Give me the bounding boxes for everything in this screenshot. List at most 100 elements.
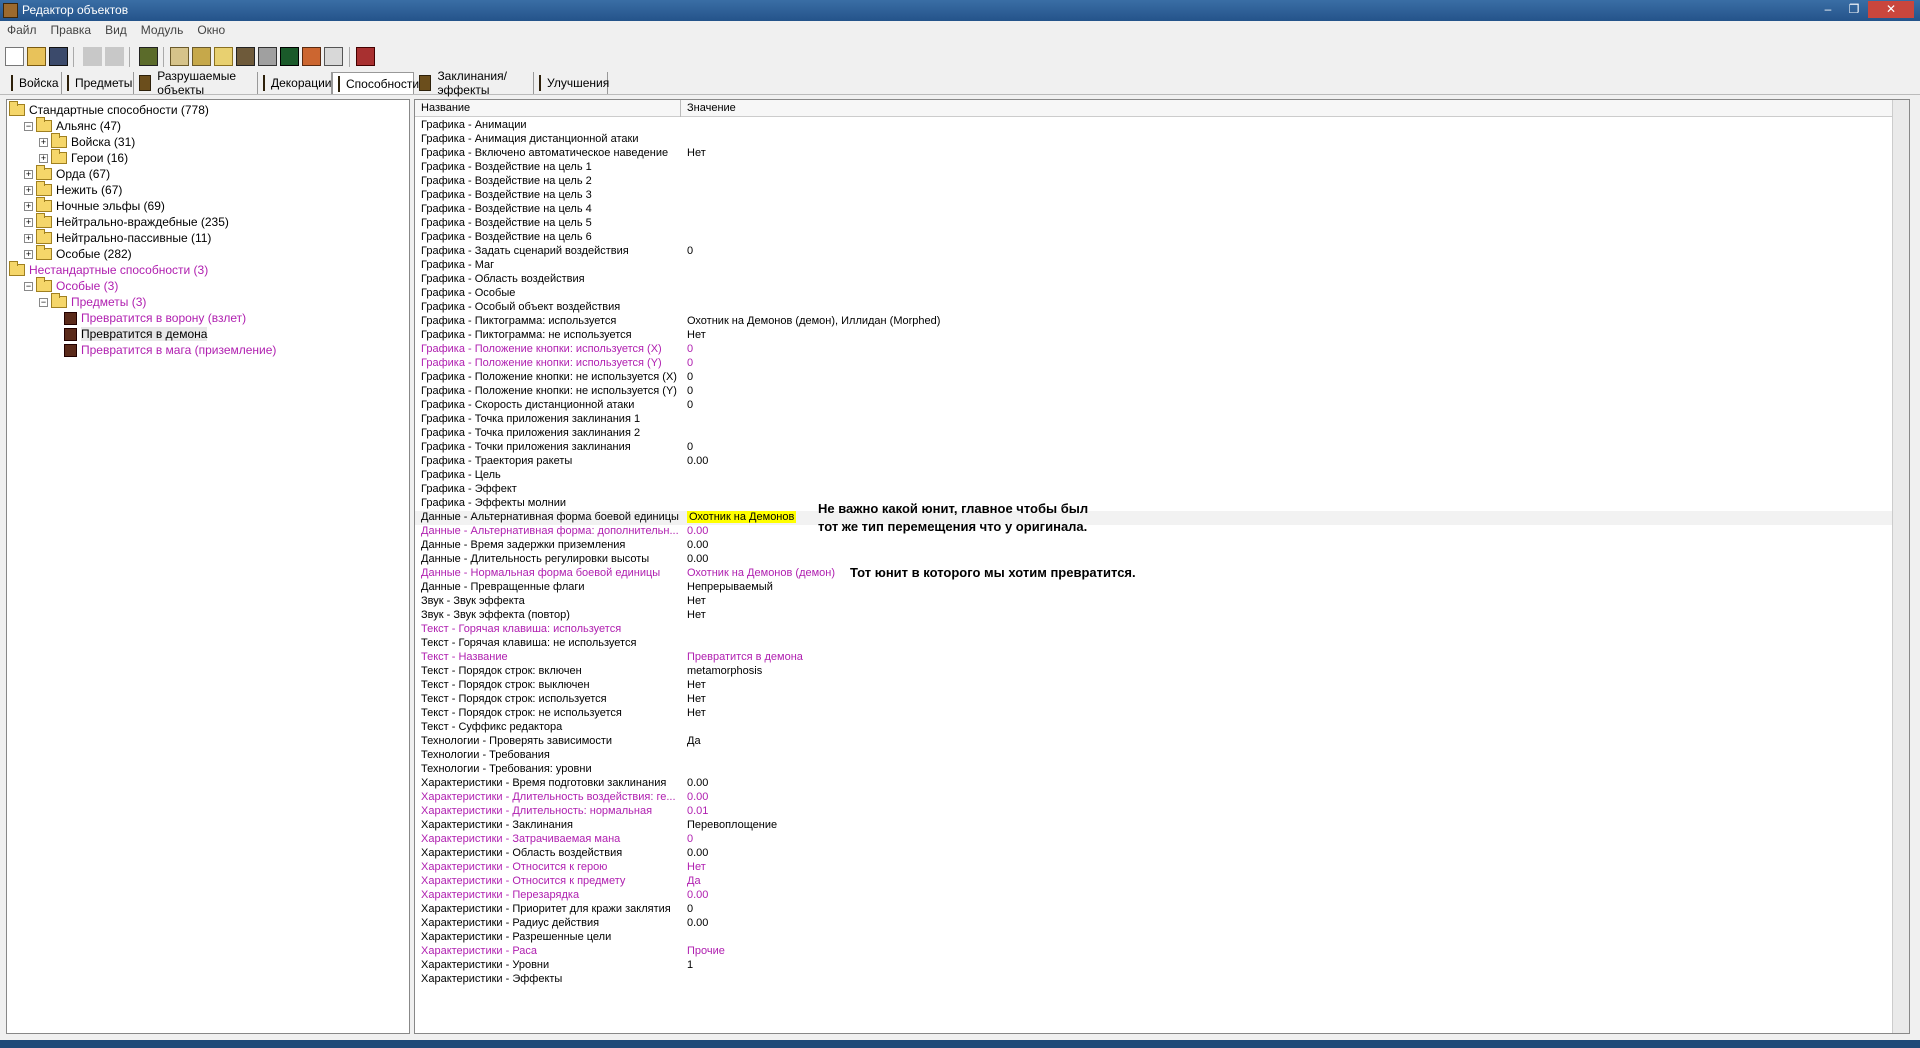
tree-folder-item[interactable]: + Ночные эльфы (69) — [24, 197, 165, 214]
table-row[interactable]: Данные - Нормальная форма боевой единицы… — [415, 567, 1909, 581]
table-row[interactable]: Характеристики - Длительность: нормальна… — [415, 805, 1909, 819]
tab-5[interactable]: Заклинания/эффекты — [414, 69, 534, 97]
import-manager-icon[interactable] — [302, 47, 321, 66]
collapse-icon[interactable]: − — [24, 121, 33, 131]
minimize-button[interactable]: – — [1816, 1, 1840, 18]
table-row[interactable]: Графика - Воздействие на цель 6 — [415, 231, 1909, 245]
table-row[interactable]: Графика - Траектория ракеты 0.00 — [415, 455, 1909, 469]
tree-folder-item[interactable]: + Нейтрально-враждебные (235) — [24, 213, 229, 230]
table-row[interactable]: Графика - Маг — [415, 259, 1909, 273]
object-editor-icon[interactable] — [236, 47, 255, 66]
table-row[interactable]: Графика - Область воздействия — [415, 273, 1909, 287]
table-row[interactable]: Характеристики - Время подготовки заклин… — [415, 777, 1909, 791]
column-value-header[interactable]: Значение — [687, 102, 736, 114]
speaker-icon[interactable] — [214, 47, 233, 66]
table-row[interactable]: Графика - Задать сценарий воздействия 0 — [415, 245, 1909, 259]
table-row[interactable]: Характеристики - Уровни 1 — [415, 959, 1909, 973]
table-row[interactable]: Характеристики - Радиус действия 0.00 — [415, 917, 1909, 931]
close-button[interactable]: ✕ — [1868, 1, 1914, 18]
table-row[interactable]: Графика - Воздействие на цель 2 — [415, 175, 1909, 189]
table-row[interactable]: Характеристики - Относится к предмету Да — [415, 875, 1909, 889]
table-row[interactable]: Графика - Эффект — [415, 483, 1909, 497]
properties-panel[interactable]: Название Значение Графика - Анимации Граф… — [414, 99, 1910, 1034]
table-row[interactable]: Звук - Звук эффекта (повтор) Нет — [415, 609, 1909, 623]
tree-folder-item[interactable]: + Нежить (67) — [24, 181, 122, 198]
tree-folder-item[interactable]: + Герои (16) — [39, 149, 128, 166]
tab-2[interactable]: Разрушаемые объекты — [134, 69, 258, 97]
script-editor-icon[interactable] — [324, 47, 343, 66]
campaign-editor-icon[interactable] — [258, 47, 277, 66]
table-row[interactable]: Графика - Положение кнопки: не используе… — [415, 385, 1909, 399]
tree-folder-item[interactable]: + Особые (282) — [24, 245, 132, 262]
tab-6[interactable]: Улучшения — [534, 72, 609, 94]
collapse-icon[interactable]: − — [24, 281, 33, 291]
new-icon[interactable] — [5, 47, 24, 66]
table-row[interactable]: Текст - Порядок строк: используется Нет — [415, 693, 1909, 707]
terrain-editor-icon[interactable] — [139, 47, 158, 66]
table-row[interactable]: Графика - Пиктограмма: используется Охотн… — [415, 315, 1909, 329]
restore-button[interactable]: ❐ — [1842, 1, 1866, 18]
tree-ability-item[interactable]: Превратится в мага (приземление) — [54, 342, 276, 358]
table-row[interactable]: Графика - Положение кнопки: используется… — [415, 357, 1909, 371]
tree-folder-item[interactable]: + Орда (67) — [24, 165, 110, 182]
menu-item[interactable]: Вид — [98, 21, 134, 39]
expand-icon[interactable]: + — [24, 201, 33, 211]
expand-icon[interactable]: + — [39, 137, 48, 147]
table-row[interactable]: Графика - Воздействие на цель 1 — [415, 161, 1909, 175]
table-row[interactable]: Данные - Длительность регулировки высоты… — [415, 553, 1909, 567]
vertical-scrollbar[interactable] — [1892, 100, 1909, 1033]
table-row[interactable]: Графика - Точка приложения заклинания 1 — [415, 413, 1909, 427]
table-row[interactable]: Графика - Анимация дистанционной атаки — [415, 133, 1909, 147]
table-row[interactable]: Характеристики - Затрачиваемая мана 0 — [415, 833, 1909, 847]
ai-editor-icon[interactable] — [280, 47, 299, 66]
tree-folder-item[interactable]: + Нейтрально-пассивные (11) — [24, 229, 211, 246]
collapse-icon[interactable]: − — [39, 297, 48, 307]
table-row[interactable]: Характеристики - Раса Прочие — [415, 945, 1909, 959]
table-row[interactable]: Технологии - Требования: уровни — [415, 763, 1909, 777]
menu-item[interactable]: Правка — [44, 21, 99, 39]
menu-item[interactable]: Окно — [190, 21, 232, 39]
test-map-icon[interactable] — [356, 47, 375, 66]
table-row[interactable]: Графика - Пиктограмма: не используется Не… — [415, 329, 1909, 343]
tree-folder-item[interactable]: Стандартные способности (778) — [9, 101, 209, 118]
open-icon[interactable] — [27, 47, 46, 66]
expand-icon[interactable]: + — [24, 169, 33, 179]
expand-icon[interactable]: + — [24, 233, 33, 243]
table-row[interactable]: Характеристики - Область воздействия 0.00 — [415, 847, 1909, 861]
table-row[interactable]: Характеристики - Заклинания Перевоплощени… — [415, 819, 1909, 833]
object-tree[interactable]: Стандартные способности (778) − Альянс (47… — [6, 99, 410, 1034]
table-row[interactable]: Характеристики - Перезарядка 0.00 — [415, 889, 1909, 903]
table-row[interactable]: Графика - Положение кнопки: используется… — [415, 343, 1909, 357]
table-row[interactable]: Технологии - Требования — [415, 749, 1909, 763]
table-row[interactable]: Графика - Скорость дистанционной атаки 0 — [415, 399, 1909, 413]
table-row[interactable]: Текст - Суффикс редактора — [415, 721, 1909, 735]
table-row[interactable]: Графика - Точка приложения заклинания 2 — [415, 427, 1909, 441]
column-name-header[interactable]: Название — [421, 102, 470, 114]
table-row[interactable]: Текст - Порядок строк: выключен Нет — [415, 679, 1909, 693]
table-row[interactable]: Графика - Эффекты молнии — [415, 497, 1909, 511]
tab-4[interactable]: Способности — [332, 72, 419, 94]
table-row[interactable]: Графика - Воздействие на цель 4 — [415, 203, 1909, 217]
table-row[interactable]: Графика - Особые — [415, 287, 1909, 301]
menu-item[interactable]: Модуль — [134, 21, 191, 39]
table-row[interactable]: Данные - Превращенные флаги Непрерываемый — [415, 581, 1909, 595]
table-row[interactable]: Текст - Горячая клавиша: не используется — [415, 637, 1909, 651]
tree-folder-item[interactable]: − Альянс (47) — [24, 117, 121, 134]
table-row[interactable]: Характеристики - Разрешенные цели — [415, 931, 1909, 945]
table-row[interactable]: Технологии - Проверять зависимости Да — [415, 735, 1909, 749]
tree-folder-item[interactable]: − Предметы (3) — [39, 293, 146, 310]
tab-1[interactable]: Предметы — [62, 72, 134, 94]
table-row[interactable]: Графика - Воздействие на цель 5 — [415, 217, 1909, 231]
table-row[interactable]: Характеристики - Длительность воздействи… — [415, 791, 1909, 805]
table-row[interactable]: Характеристики - Эффекты — [415, 973, 1909, 987]
paste-icon[interactable] — [105, 47, 124, 66]
tree-ability-item[interactable]: Превратится в демона — [54, 326, 208, 342]
tab-0[interactable]: Войска — [6, 72, 62, 94]
table-row[interactable]: Графика - Цель — [415, 469, 1909, 483]
column-divider[interactable] — [680, 100, 681, 117]
expand-icon[interactable]: + — [24, 249, 33, 259]
save-icon[interactable] — [49, 47, 68, 66]
table-row[interactable]: Текст - Горячая клавиша: используется — [415, 623, 1909, 637]
table-row[interactable]: Звук - Звук эффекта Нет — [415, 595, 1909, 609]
tree-folder-item[interactable]: + Войска (31) — [39, 133, 135, 150]
